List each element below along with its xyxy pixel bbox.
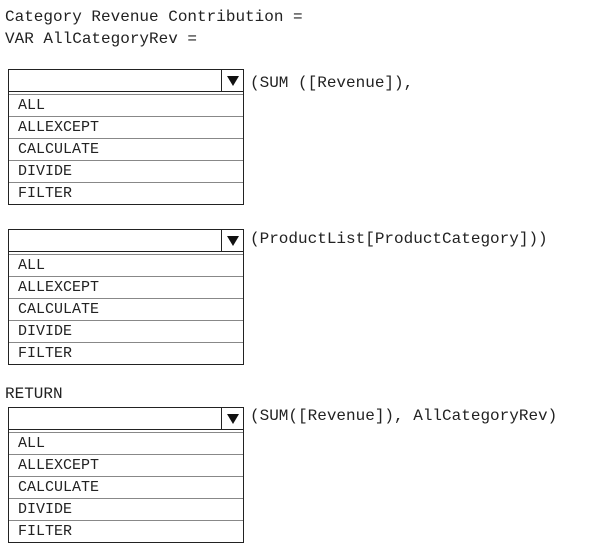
dropdown-3-option-all[interactable]: ALL (9, 432, 243, 454)
dropdown-1[interactable]: ALL ALLEXCEPT CALCULATE DIVIDE FILTER (8, 69, 244, 205)
dropdown-1-option-all[interactable]: ALL (9, 94, 243, 116)
dropdown-1-options: ALL ALLEXCEPT CALCULATE DIVIDE FILTER (9, 94, 243, 204)
dropdown-1-selected[interactable] (9, 70, 243, 92)
dropdown-2-option-calculate[interactable]: CALCULATE (9, 298, 243, 320)
dropdown-2-toggle[interactable] (221, 230, 243, 251)
code-return-keyword: RETURN (5, 385, 63, 403)
code-fragment-3: (SUM([Revenue]), AllCategoryRev) (250, 407, 558, 425)
dropdown-3[interactable]: ALL ALLEXCEPT CALCULATE DIVIDE FILTER (8, 407, 244, 543)
dropdown-3-selected[interactable] (9, 408, 243, 430)
dropdown-1-option-divide[interactable]: DIVIDE (9, 160, 243, 182)
dropdown-3-option-divide[interactable]: DIVIDE (9, 498, 243, 520)
dropdown-3-option-filter[interactable]: FILTER (9, 520, 243, 542)
dropdown-2-option-divide[interactable]: DIVIDE (9, 320, 243, 342)
triangle-down-icon (226, 413, 239, 424)
dropdown-2-option-all[interactable]: ALL (9, 254, 243, 276)
code-line-2: VAR AllCategoryRev = (5, 30, 198, 48)
dropdown-2-options: ALL ALLEXCEPT CALCULATE DIVIDE FILTER (9, 254, 243, 364)
dropdown-3-options: ALL ALLEXCEPT CALCULATE DIVIDE FILTER (9, 432, 243, 542)
dropdown-1-toggle[interactable] (221, 70, 243, 91)
dropdown-2-option-filter[interactable]: FILTER (9, 342, 243, 364)
dropdown-2-option-allexcept[interactable]: ALLEXCEPT (9, 276, 243, 298)
code-line-1: Category Revenue Contribution = (5, 8, 303, 26)
dropdown-2-selected[interactable] (9, 230, 243, 252)
triangle-down-icon (226, 235, 239, 246)
dropdown-2[interactable]: ALL ALLEXCEPT CALCULATE DIVIDE FILTER (8, 229, 244, 365)
code-fragment-1: (SUM ([Revenue]), (250, 74, 414, 92)
dropdown-1-option-allexcept[interactable]: ALLEXCEPT (9, 116, 243, 138)
dropdown-3-option-calculate[interactable]: CALCULATE (9, 476, 243, 498)
code-fragment-2: (ProductList[ProductCategory])) (250, 230, 548, 248)
dropdown-3-toggle[interactable] (221, 408, 243, 429)
triangle-down-icon (226, 75, 239, 86)
dropdown-3-option-allexcept[interactable]: ALLEXCEPT (9, 454, 243, 476)
dropdown-1-option-filter[interactable]: FILTER (9, 182, 243, 204)
dropdown-1-option-calculate[interactable]: CALCULATE (9, 138, 243, 160)
